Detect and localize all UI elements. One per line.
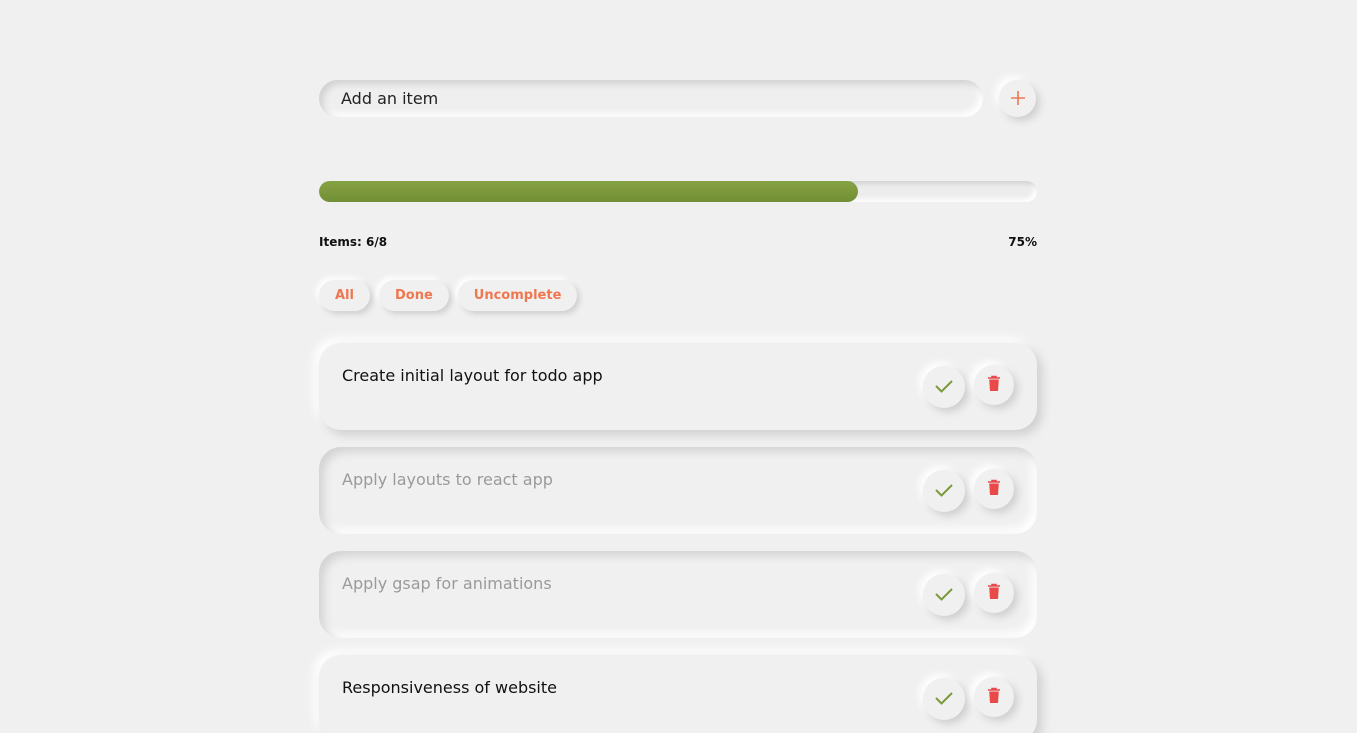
complete-button[interactable] (923, 678, 965, 720)
complete-button[interactable] (923, 470, 965, 512)
items-count: Items: 6/8 (319, 235, 388, 249)
todo-item: Apply layouts to react app (319, 447, 1037, 534)
todo-text: Apply layouts to react app (342, 470, 553, 489)
progress-stats: Items: 6/8 75% (319, 235, 1037, 249)
delete-button[interactable] (974, 365, 1014, 405)
check-icon (934, 482, 954, 501)
complete-button[interactable] (923, 366, 965, 408)
progress-percent: 75% (1008, 235, 1037, 249)
delete-button[interactable] (974, 677, 1014, 717)
todo-text: Create initial layout for todo app (342, 366, 603, 385)
todo-app: Items: 6/8 75% All Done Uncomplete Creat… (319, 80, 1037, 733)
check-icon (934, 586, 954, 605)
trash-icon (987, 687, 1001, 707)
check-icon (934, 378, 954, 397)
todo-list: Create initial layout for todo app Apply… (319, 343, 1037, 733)
check-icon (934, 690, 954, 709)
trash-icon (987, 583, 1001, 603)
filter-all-button[interactable]: All (319, 280, 370, 311)
progress-bar (319, 181, 1037, 202)
todo-text: Responsiveness of website (342, 678, 557, 697)
todo-item: Responsiveness of website (319, 655, 1037, 733)
complete-button[interactable] (923, 574, 965, 616)
filter-uncomplete-button[interactable]: Uncomplete (457, 280, 578, 311)
todo-text: Apply gsap for animations (342, 574, 552, 593)
trash-icon (987, 479, 1001, 499)
progress-fill (319, 181, 858, 202)
todo-item: Apply gsap for animations (319, 551, 1037, 638)
trash-icon (987, 375, 1001, 395)
add-item-row (319, 80, 1037, 118)
add-item-button[interactable] (999, 80, 1036, 117)
add-item-input[interactable] (319, 80, 983, 117)
delete-button[interactable] (974, 573, 1014, 613)
todo-item: Create initial layout for todo app (319, 343, 1037, 430)
delete-button[interactable] (974, 469, 1014, 509)
filter-done-button[interactable]: Done (378, 280, 449, 311)
filter-group: All Done Uncomplete (319, 280, 578, 311)
plus-icon (1010, 86, 1026, 111)
